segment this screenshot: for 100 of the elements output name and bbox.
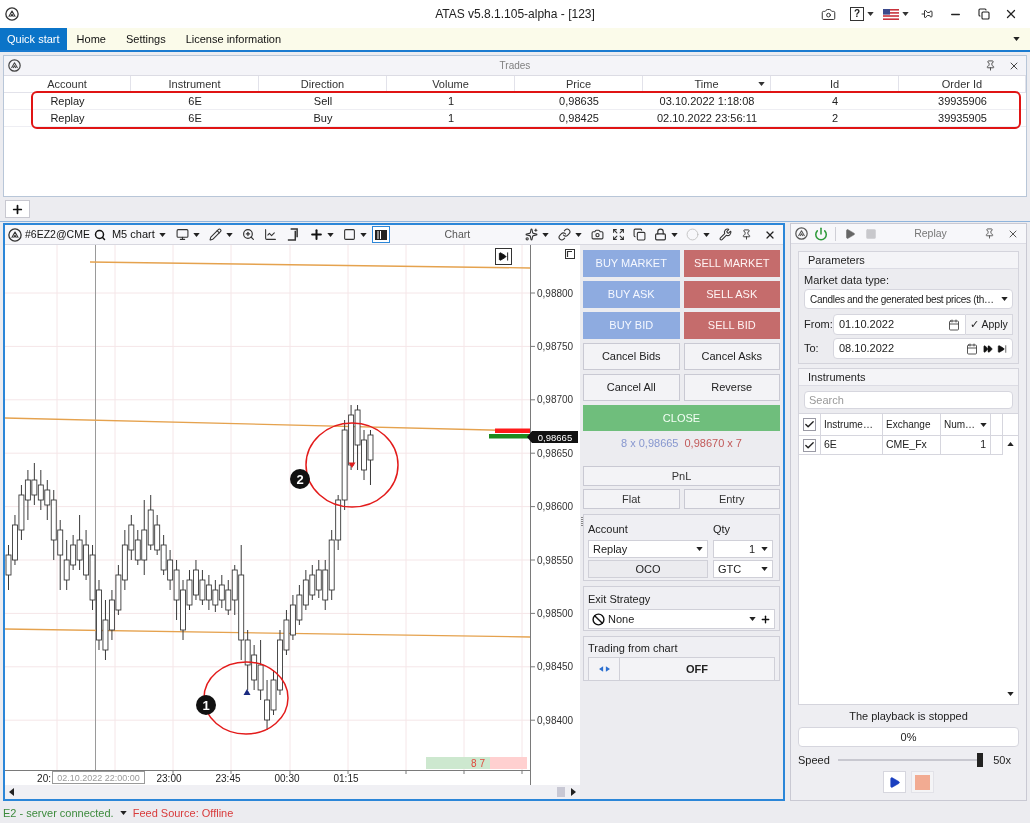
scroll-left-icon[interactable] (9, 788, 14, 796)
date-field[interactable]: 01.10.2022 (833, 314, 966, 335)
sell-button[interactable]: SELL ASK (683, 281, 780, 308)
qty-dropdown[interactable]: 1 (713, 540, 773, 558)
column-header[interactable]: Account (4, 76, 131, 93)
scroll-down-icon[interactable] (1007, 692, 1014, 696)
caret-icon[interactable] (359, 232, 367, 237)
menu-tab[interactable]: Home (66, 28, 116, 50)
column-header[interactable]: Num… (941, 414, 991, 435)
caret-icon[interactable] (867, 12, 874, 16)
search-field[interactable]: Search (804, 391, 1013, 409)
exit-strategy-dropdown[interactable]: None (588, 609, 775, 629)
checkbox[interactable] (803, 438, 816, 452)
zoom-in-icon[interactable] (241, 228, 255, 241)
caret-icon[interactable] (326, 232, 334, 237)
caret-icon[interactable] (119, 811, 127, 815)
skip-end-icon[interactable] (997, 343, 1007, 354)
pnl-button[interactable]: PnL (583, 466, 780, 486)
wrench-icon[interactable] (719, 228, 732, 241)
menu-tab[interactable]: Quick start (0, 28, 67, 50)
monitor-icon[interactable] (175, 228, 189, 241)
corner-square-icon[interactable] (565, 249, 575, 259)
expand-icon[interactable] (612, 228, 625, 241)
line-chart-icon[interactable] (263, 228, 277, 241)
restore-icon[interactable] (978, 8, 990, 20)
checkbox[interactable] (803, 418, 816, 431)
column-header[interactable]: Volume (387, 76, 515, 93)
direction-toggle-button[interactable] (588, 657, 620, 681)
calendar-icon[interactable] (966, 342, 978, 355)
time-in-force-dropdown[interactable]: GTC (713, 560, 773, 578)
square-icon[interactable] (342, 228, 356, 241)
plus-icon[interactable] (760, 613, 771, 625)
timeframe-dropdown[interactable]: M5 chart (111, 226, 155, 243)
scroll-up-icon[interactable] (1007, 442, 1014, 446)
symbol-label[interactable]: #6EZ2@CME (25, 226, 90, 243)
caret-icon[interactable] (761, 567, 768, 571)
action-button[interactable]: Cancel All (583, 374, 680, 401)
close-icon[interactable] (1004, 7, 1018, 21)
caret-icon[interactable] (696, 547, 703, 551)
connection-status[interactable]: E2 - server connected. (3, 804, 114, 822)
grip-icon[interactable] (580, 517, 583, 527)
sell-button[interactable]: SELL BID (683, 312, 780, 339)
help-button[interactable]: ? (850, 7, 864, 21)
column-header[interactable]: Direction (259, 76, 387, 93)
camera-icon[interactable] (591, 228, 604, 241)
play-button[interactable] (883, 771, 906, 793)
column-header[interactable]: Time (643, 76, 771, 93)
column-header[interactable]: Id (771, 76, 899, 93)
market-data-dropdown[interactable]: Candles and the generated best prices (th… (804, 289, 1013, 309)
action-button[interactable]: Cancel Bids (583, 343, 680, 370)
pnl-mode-button[interactable]: Entry (683, 489, 780, 509)
slider-thumb[interactable] (977, 753, 984, 767)
crosshair-plus-icon[interactable] (308, 227, 324, 242)
caret-icon[interactable] (192, 232, 200, 237)
copy-icon[interactable] (633, 228, 646, 241)
caret-icon[interactable] (1013, 37, 1020, 41)
bracket-icon[interactable] (285, 228, 299, 241)
power-icon[interactable] (814, 226, 828, 241)
column-header[interactable]: Order Id (899, 76, 1026, 93)
caret-icon[interactable] (1001, 297, 1008, 301)
date-field[interactable]: 08.10.2022 (833, 338, 1013, 359)
pin-icon[interactable] (741, 229, 752, 240)
caret-icon[interactable] (575, 232, 582, 237)
menu-tab[interactable]: License information (175, 28, 292, 50)
caret-icon[interactable] (703, 232, 710, 237)
column-header[interactable]: Instrument (131, 76, 259, 93)
play-icon[interactable] (844, 227, 856, 240)
chart-trading-toggle[interactable]: OFF (620, 657, 775, 681)
flag-icon[interactable] (883, 8, 899, 20)
speed-slider[interactable] (837, 753, 984, 767)
caret-icon[interactable] (749, 617, 756, 621)
caret-icon[interactable] (902, 12, 909, 16)
scroll-thumb[interactable] (557, 787, 565, 797)
caret-icon[interactable] (761, 547, 768, 551)
camera-icon[interactable] (821, 6, 836, 22)
action-button[interactable]: Cancel Asks (683, 343, 780, 370)
search-icon[interactable] (93, 228, 106, 241)
column-header[interactable]: Exchange (883, 414, 941, 435)
action-button[interactable]: Reverse (683, 374, 780, 401)
caret-icon[interactable] (542, 232, 549, 237)
scroll-to-end-button[interactable] (495, 248, 512, 265)
oco-button[interactable]: OCO (588, 560, 708, 578)
fast-forward-icon[interactable] (983, 343, 993, 354)
account-dropdown[interactable]: Replay (588, 540, 708, 558)
horizontal-scrollbar[interactable] (5, 785, 580, 799)
sparkle-icon[interactable] (525, 228, 538, 241)
column-header[interactable]: Price (515, 76, 643, 93)
pnl-mode-button[interactable]: Flat (583, 489, 680, 509)
column-header[interactable]: Instrume… (821, 414, 883, 435)
calendar-icon[interactable] (948, 318, 960, 331)
pencil-icon[interactable] (208, 228, 222, 241)
lock-icon[interactable] (654, 228, 667, 241)
sell-button[interactable]: SELL MARKET (683, 250, 780, 277)
caret-icon[interactable] (158, 232, 166, 237)
apply-button[interactable]: ✓ Apply (966, 314, 1013, 335)
menu-tab[interactable]: Settings (115, 28, 176, 50)
link-icon[interactable] (558, 228, 571, 241)
caret-icon[interactable] (225, 232, 233, 237)
add-button[interactable] (5, 200, 30, 218)
scroll-right-icon[interactable] (571, 788, 576, 796)
